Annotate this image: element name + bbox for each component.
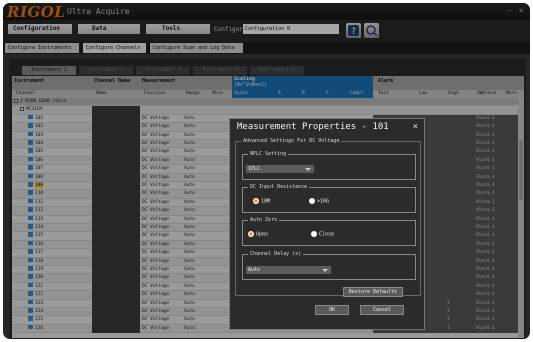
restore-defaults-button[interactable]: Restore Defaults bbox=[343, 287, 403, 297]
nplc-group: NPLC Setting 1PLC bbox=[242, 151, 416, 180]
radio-unselected-icon bbox=[311, 231, 317, 237]
auto-zero-group: Auto Zero Open Close bbox=[242, 217, 416, 246]
radio-10m[interactable]: 10M bbox=[253, 198, 270, 205]
chevron-down-icon bbox=[322, 269, 328, 272]
radio-open[interactable]: Open bbox=[248, 231, 268, 238]
radio-10g[interactable]: >10G bbox=[309, 198, 329, 205]
advanced-settings-group: Advanced Settings For DC Voltage NPLC Se… bbox=[235, 138, 421, 297]
nplc-label: NPLC Setting bbox=[248, 151, 289, 157]
auto-zero-label: Auto Zero bbox=[248, 217, 280, 223]
radio-10g-label: >10G bbox=[317, 198, 330, 205]
nplc-value: 1PLC bbox=[248, 166, 261, 172]
input-resistance-label: DC Input Resistance bbox=[248, 184, 310, 190]
nplc-select[interactable]: 1PLC bbox=[246, 165, 314, 173]
channel-delay-select[interactable]: Auto bbox=[246, 266, 331, 274]
radio-unselected-icon bbox=[309, 198, 315, 204]
radio-close-label: Close bbox=[319, 231, 335, 238]
radio-selected-icon bbox=[253, 198, 259, 204]
dialog-title: Measurement Properties - 101 bbox=[237, 122, 389, 132]
chevron-down-icon bbox=[305, 168, 311, 171]
radio-open-label: Open bbox=[256, 231, 269, 238]
channel-delay-value: Auto bbox=[248, 267, 261, 273]
dialog-close-icon[interactable]: × bbox=[413, 122, 418, 132]
measurement-properties-dialog: Measurement Properties - 101 × Advanced … bbox=[229, 118, 425, 330]
radio-selected-icon bbox=[248, 231, 254, 237]
input-resistance-group: DC Input Resistance 10M >10G bbox=[242, 184, 416, 213]
channel-delay-group: Channel Delay (s) Auto bbox=[242, 251, 416, 280]
channel-delay-label: Channel Delay (s) bbox=[248, 251, 304, 257]
radio-10m-label: 10M bbox=[261, 198, 271, 205]
cancel-button[interactable]: Cancel bbox=[360, 305, 404, 315]
app-window: RIGOL Ultra Acquire – × Configuration Da… bbox=[3, 3, 530, 339]
radio-close[interactable]: Close bbox=[311, 231, 334, 238]
ok-button[interactable]: OK bbox=[315, 305, 349, 315]
advanced-settings-label: Advanced Settings For DC Voltage bbox=[241, 138, 342, 144]
